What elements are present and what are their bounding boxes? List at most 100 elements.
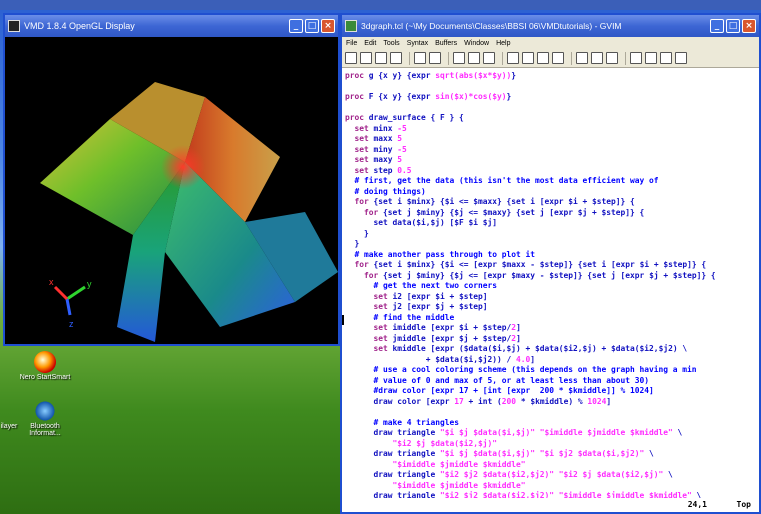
vmd-app-icon — [8, 20, 20, 32]
save-session-icon[interactable] — [576, 52, 588, 64]
gvim-window[interactable]: 3dgraph.tcl (~\My Documents\Classes\BBSI… — [340, 13, 761, 514]
find-next-icon[interactable] — [522, 52, 534, 64]
code-token: imiddle [expr $i + $step/ — [392, 323, 512, 332]
minimize-button[interactable]: _ — [710, 19, 724, 33]
code-token: 5 — [397, 155, 403, 164]
code-token: step — [373, 165, 398, 175]
undo-icon[interactable] — [414, 52, 426, 64]
nero-icon — [34, 351, 56, 373]
status-line: 24,1 Top — [342, 498, 759, 512]
code-token: i2 [expr $i + $step] — [392, 291, 488, 301]
code-token: "$i $j $data($i,$j)" "$i $j2 $data($i,$j… — [440, 449, 645, 458]
code-token: draw_surface { F } { — [368, 113, 464, 122]
code-token: + int ( — [463, 396, 502, 406]
desktop-icon-label: Nero StartSmart — [19, 374, 71, 381]
code-token: set — [354, 165, 374, 175]
find-prev-icon[interactable] — [537, 52, 549, 64]
find-help-icon[interactable] — [675, 52, 687, 64]
code-token: draw triangle — [345, 428, 441, 437]
minimize-button[interactable]: _ — [289, 19, 303, 33]
code-token: -5 — [397, 144, 407, 154]
close-button[interactable]: × — [742, 19, 756, 33]
menu-buffers[interactable]: Buffers — [435, 40, 457, 47]
code-line: draw color [expr 17 + int (200 * $kmiddl… — [345, 397, 756, 408]
code-token: 200 — [501, 396, 517, 406]
code-token: draw color [expr — [345, 396, 455, 406]
code-line: } — [345, 229, 756, 240]
toolbar-separator — [448, 51, 449, 65]
code-token: # get the next two corners — [345, 281, 498, 290]
make-icon[interactable] — [606, 52, 618, 64]
cut-icon[interactable] — [453, 52, 465, 64]
code-token: minx — [373, 123, 398, 133]
opengl-display-canvas[interactable]: x y z — [5, 37, 338, 344]
find-replace-icon[interactable] — [507, 52, 519, 64]
cursor-position: 24,1 — [687, 500, 707, 509]
code-token: "$i2 $j2 $data($i2,$j2)" "$imiddle $jmid… — [440, 491, 692, 498]
vmd-window[interactable]: VMD 1.8.4 OpenGL Display _ □ × x y z — [3, 13, 340, 346]
desktop-icon-player[interactable]: ilayer — [0, 423, 40, 430]
code-line: set kmiddle [expr ($data($i,$j) + $data(… — [345, 344, 756, 355]
menu-window[interactable]: Window — [464, 40, 489, 47]
help-icon[interactable] — [660, 52, 672, 64]
code-token: "$i2 $j $data($i2,$j)" — [345, 438, 498, 448]
tags-icon[interactable] — [630, 52, 642, 64]
code-token: proc — [345, 92, 369, 101]
code-token: set — [373, 302, 393, 311]
close-button[interactable]: × — [321, 19, 335, 33]
code-token: {set j $miny} {$j <= [expr $maxy - $step… — [383, 270, 716, 280]
code-token: for — [354, 260, 374, 269]
code-line: # value of 0 and max of 5, or at least l… — [345, 376, 756, 387]
code-line: # make another pass through to plot it — [345, 250, 756, 261]
save-all-icon[interactable] — [375, 52, 387, 64]
shell-icon[interactable] — [645, 52, 657, 64]
maximize-button[interactable]: □ — [305, 19, 319, 33]
code-token: proc — [345, 71, 369, 80]
print-icon[interactable] — [390, 52, 402, 64]
menu-help[interactable]: Help — [496, 40, 510, 47]
menu-tools[interactable]: Tools — [383, 40, 399, 47]
menu-syntax[interactable]: Syntax — [407, 40, 428, 47]
code-line: set miny -5 — [345, 145, 756, 156]
code-token: } — [506, 92, 512, 101]
copy-icon[interactable] — [468, 52, 480, 64]
code-token: jmiddle [expr $j + $step/ — [392, 333, 512, 343]
menu-bar: File Edit Tools Syntax Buffers Window He… — [342, 37, 759, 49]
code-token: {set i $minx} {$i <= [expr $maxx - $step… — [373, 260, 707, 269]
run-script-icon[interactable] — [591, 52, 603, 64]
desktop-icon-nero[interactable]: Nero StartSmart — [14, 351, 76, 381]
code-token: 1024 — [587, 396, 607, 406]
code-line: set minx -5 — [345, 124, 756, 135]
code-token: # first, get the data (this isn't the mo… — [345, 176, 659, 185]
maximize-button[interactable]: □ — [726, 19, 740, 33]
code-token: set — [373, 344, 393, 353]
code-token: {set i $minx} {$i <= $maxx} {set i [expr… — [373, 197, 635, 206]
code-token: set — [373, 333, 393, 343]
code-token: sqrt(abs($x*$y)) — [435, 71, 512, 80]
editor-text-area[interactable]: proc g {x y} {expr sqrt(abs($x*$y))} proc… — [342, 69, 759, 498]
open-icon[interactable] — [345, 52, 357, 64]
redo-icon[interactable] — [429, 52, 441, 64]
code-token: set — [354, 155, 374, 164]
menu-edit[interactable]: Edit — [364, 40, 376, 47]
menu-file[interactable]: File — [346, 40, 357, 47]
vmd-titlebar[interactable]: VMD 1.8.4 OpenGL Display _ □ × — [5, 15, 338, 37]
code-token: 0.5 — [397, 165, 412, 175]
code-line: #draw color [expr 17 + [int [expr 200 * … — [345, 386, 756, 397]
save-icon[interactable] — [360, 52, 372, 64]
desktop-top-strip — [0, 0, 761, 10]
paste-icon[interactable] — [483, 52, 495, 64]
load-session-icon[interactable] — [552, 52, 564, 64]
gvim-titlebar[interactable]: 3dgraph.tcl (~\My Documents\Classes\BBSI… — [342, 15, 759, 37]
code-line: set step 0.5 — [345, 166, 756, 177]
code-line: set maxy 5 — [345, 155, 756, 166]
code-token: #draw color [expr 17 + [int [expr 200 * … — [345, 386, 654, 395]
code-token: -5 — [397, 123, 407, 133]
desktop-icon-bluetooth[interactable]: Bluetooth Informat... — [14, 400, 76, 437]
vmd-window-title: VMD 1.8.4 OpenGL Display — [24, 21, 135, 31]
